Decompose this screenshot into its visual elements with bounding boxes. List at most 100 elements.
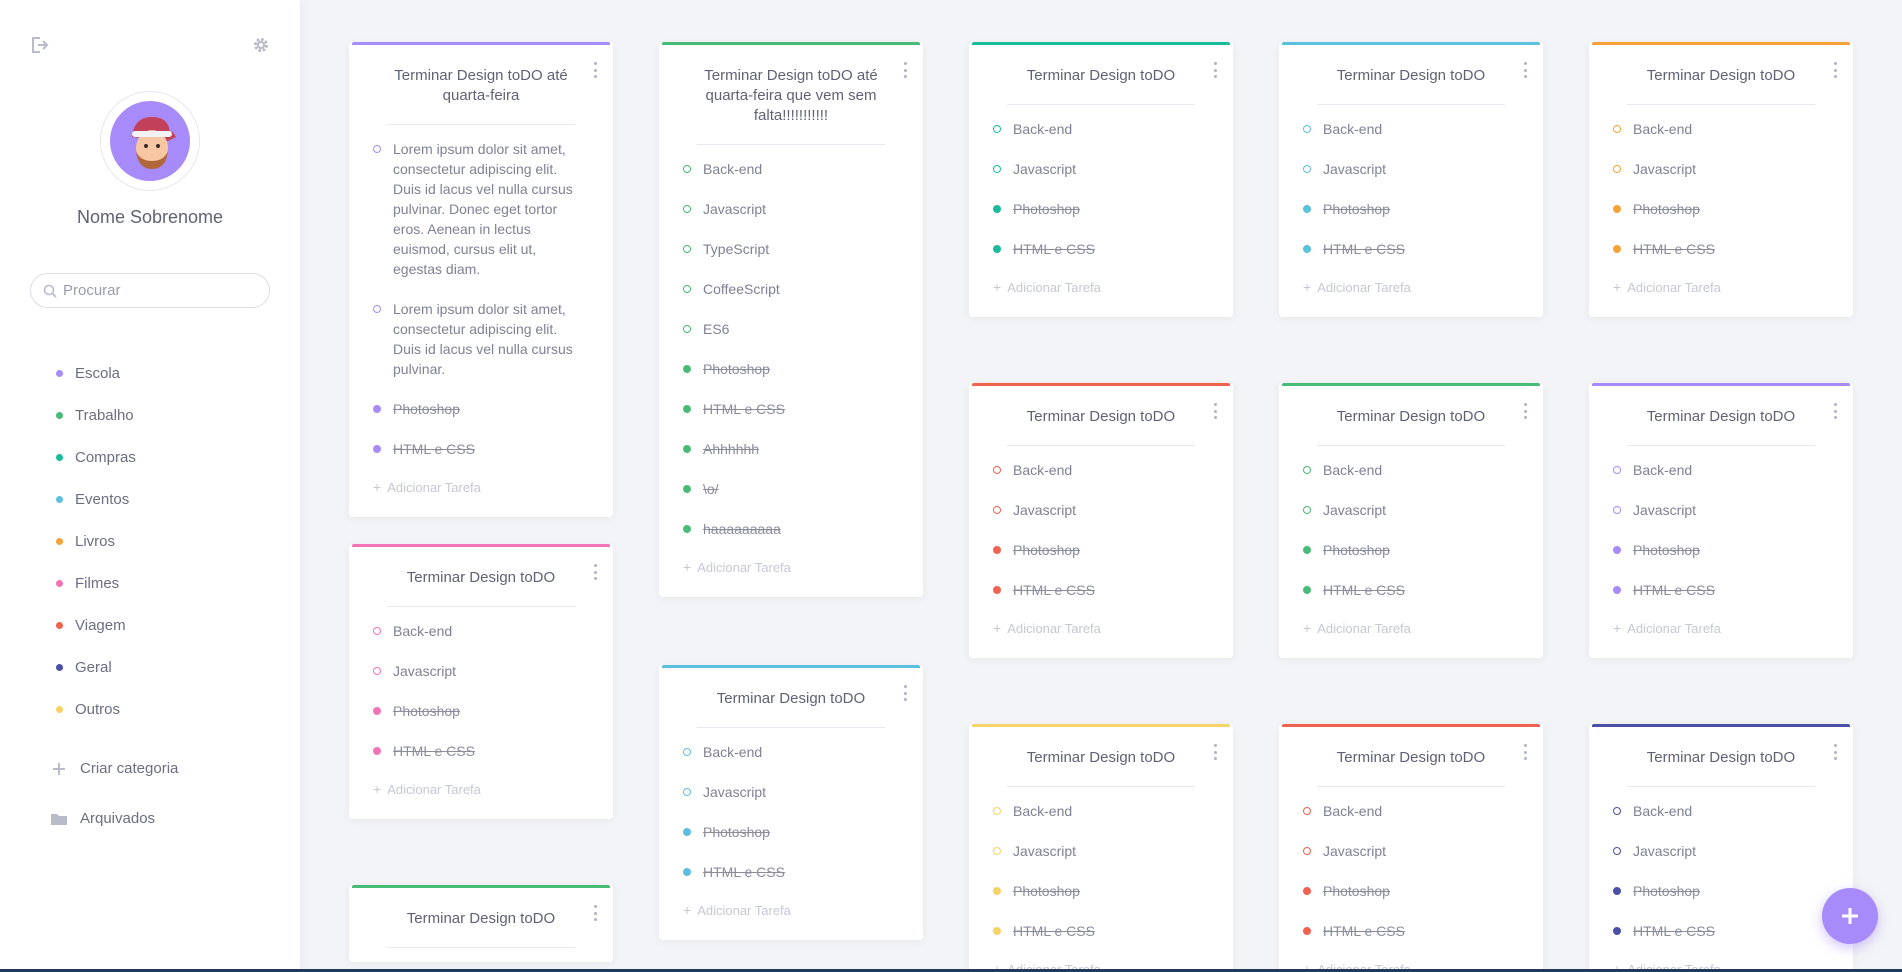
task-item[interactable]: Javascript bbox=[683, 199, 899, 219]
task-checkbox-checked[interactable] bbox=[1303, 586, 1311, 594]
task-item[interactable]: Photoshop bbox=[373, 701, 589, 721]
task-item[interactable]: TypeScript bbox=[683, 239, 899, 259]
task-checkbox-checked[interactable] bbox=[993, 927, 1001, 935]
add-task-button[interactable]: + Adicionar Tarefa bbox=[969, 279, 1233, 317]
more-vertical-icon[interactable] bbox=[1211, 744, 1219, 760]
task-item[interactable]: HTML e CSS bbox=[683, 399, 899, 419]
more-vertical-icon[interactable] bbox=[1521, 403, 1529, 419]
category-item-viagem[interactable]: Viagem bbox=[56, 604, 136, 646]
todo-card[interactable]: Terminar Design toDO Back-end Javascript Ph… bbox=[349, 544, 613, 819]
todo-card[interactable]: Terminar Design toDO Back-end Javascript Ph… bbox=[1589, 383, 1853, 658]
card-title[interactable]: Terminar Design toDO bbox=[1317, 66, 1505, 105]
more-vertical-icon[interactable] bbox=[1831, 744, 1839, 760]
task-checkbox[interactable] bbox=[1303, 466, 1311, 474]
add-task-button[interactable]: + Adicionar Tarefa bbox=[349, 479, 613, 517]
card-title[interactable]: Terminar Design toDO bbox=[1627, 407, 1815, 446]
category-item-escola[interactable]: Escola bbox=[56, 352, 136, 394]
task-item[interactable]: Photoshop bbox=[373, 399, 589, 419]
task-checkbox[interactable] bbox=[1613, 506, 1621, 514]
search-input[interactable] bbox=[63, 282, 253, 299]
task-checkbox-checked[interactable] bbox=[683, 405, 691, 413]
task-item[interactable]: Javascript bbox=[1303, 500, 1519, 520]
task-item[interactable]: Back-end bbox=[1303, 119, 1519, 139]
task-checkbox-checked[interactable] bbox=[1613, 887, 1621, 895]
add-task-button[interactable]: + Adicionar Tarefa bbox=[969, 620, 1233, 658]
task-item[interactable]: HTML e CSS bbox=[993, 921, 1209, 941]
task-checkbox-checked[interactable] bbox=[1303, 205, 1311, 213]
task-checkbox[interactable] bbox=[373, 627, 381, 635]
add-task-button[interactable]: + Adicionar Tarefa bbox=[659, 902, 923, 940]
card-title[interactable]: Terminar Design toDO bbox=[1007, 748, 1195, 787]
card-title[interactable]: Terminar Design toDO bbox=[387, 568, 575, 607]
task-item[interactable]: Back-end bbox=[1303, 460, 1519, 480]
task-item[interactable]: Photoshop bbox=[683, 822, 899, 842]
task-item[interactable]: Javascript bbox=[1303, 159, 1519, 179]
task-checkbox-checked[interactable] bbox=[1303, 245, 1311, 253]
more-vertical-icon[interactable] bbox=[591, 905, 599, 921]
more-vertical-icon[interactable] bbox=[901, 62, 909, 78]
task-item[interactable]: Javascript bbox=[993, 841, 1209, 861]
todo-card[interactable]: Terminar Design toDO Back-end Javascript Ph… bbox=[1279, 724, 1543, 972]
task-checkbox-checked[interactable] bbox=[373, 747, 381, 755]
task-item[interactable]: HTML e CSS bbox=[683, 862, 899, 882]
task-item[interactable]: Photoshop bbox=[1613, 881, 1829, 901]
task-checkbox-checked[interactable] bbox=[683, 485, 691, 493]
task-item[interactable]: Back-end bbox=[683, 159, 899, 179]
task-checkbox-checked[interactable] bbox=[1613, 927, 1621, 935]
task-item[interactable]: Lorem ipsum dolor sit amet, consectetur … bbox=[373, 299, 589, 379]
task-item[interactable]: Photoshop bbox=[1613, 199, 1829, 219]
task-item[interactable]: ES6 bbox=[683, 319, 899, 339]
add-task-button[interactable]: + Adicionar Tarefa bbox=[349, 781, 613, 819]
task-checkbox[interactable] bbox=[1613, 165, 1621, 173]
task-item[interactable]: Javascript bbox=[373, 661, 589, 681]
task-checkbox-checked[interactable] bbox=[683, 525, 691, 533]
todo-card[interactable]: Terminar Design toDO até quarta-feira qu… bbox=[659, 42, 923, 597]
task-checkbox-checked[interactable] bbox=[683, 868, 691, 876]
avatar[interactable] bbox=[100, 91, 200, 191]
task-checkbox[interactable] bbox=[1303, 506, 1311, 514]
task-checkbox[interactable] bbox=[1613, 466, 1621, 474]
todo-card[interactable]: Terminar Design toDO Back-end Javascript Ph… bbox=[1279, 42, 1543, 317]
task-checkbox[interactable] bbox=[993, 165, 1001, 173]
card-title[interactable]: Terminar Design toDO até quarta-feira qu… bbox=[697, 66, 885, 145]
more-vertical-icon[interactable] bbox=[591, 564, 599, 580]
task-item[interactable]: Back-end bbox=[1613, 119, 1829, 139]
task-checkbox-checked[interactable] bbox=[373, 445, 381, 453]
todo-card[interactable]: Terminar Design toDO Back-end Javascript Ph… bbox=[1589, 42, 1853, 317]
task-checkbox-checked[interactable] bbox=[993, 245, 1001, 253]
more-vertical-icon[interactable] bbox=[1521, 744, 1529, 760]
more-vertical-icon[interactable] bbox=[1521, 62, 1529, 78]
task-item[interactable]: HTML e CSS bbox=[1613, 239, 1829, 259]
task-checkbox[interactable] bbox=[1613, 807, 1621, 815]
task-item[interactable]: Photoshop bbox=[1303, 540, 1519, 560]
todo-card[interactable]: Terminar Design toDO até quarta-feira Lor… bbox=[349, 42, 613, 517]
task-checkbox[interactable] bbox=[683, 245, 691, 253]
task-checkbox-checked[interactable] bbox=[1613, 586, 1621, 594]
task-checkbox-checked[interactable] bbox=[373, 707, 381, 715]
task-item[interactable]: Javascript bbox=[683, 782, 899, 802]
add-card-button[interactable] bbox=[1822, 888, 1878, 944]
add-task-button[interactable]: + Adicionar Tarefa bbox=[1279, 620, 1543, 658]
task-checkbox[interactable] bbox=[1613, 125, 1621, 133]
task-checkbox-checked[interactable] bbox=[683, 445, 691, 453]
task-checkbox[interactable] bbox=[373, 305, 381, 313]
task-checkbox[interactable] bbox=[373, 667, 381, 675]
task-checkbox[interactable] bbox=[1613, 847, 1621, 855]
task-item[interactable]: Javascript bbox=[1303, 841, 1519, 861]
card-title[interactable]: Terminar Design toDO bbox=[1317, 407, 1505, 446]
task-item[interactable]: Photoshop bbox=[683, 359, 899, 379]
todo-card[interactable]: Terminar Design toDO Back-end Javascript Ph… bbox=[969, 724, 1233, 972]
task-item[interactable]: Javascript bbox=[993, 159, 1209, 179]
more-vertical-icon[interactable] bbox=[1211, 403, 1219, 419]
task-item[interactable]: Lorem ipsum dolor sit amet, consectetur … bbox=[373, 139, 589, 279]
task-item[interactable]: Back-end bbox=[993, 460, 1209, 480]
archived-button[interactable]: Arquivados bbox=[50, 810, 155, 827]
task-item[interactable]: HTML e CSS bbox=[1613, 580, 1829, 600]
gear-icon[interactable] bbox=[250, 34, 272, 56]
card-title[interactable]: Terminar Design toDO bbox=[387, 909, 575, 948]
add-task-button[interactable]: + Adicionar Tarefa bbox=[1589, 620, 1853, 658]
todo-card[interactable]: Terminar Design toDO Back-end Javascript Ph… bbox=[1279, 383, 1543, 658]
task-checkbox[interactable] bbox=[993, 506, 1001, 514]
task-item[interactable]: Javascript bbox=[993, 500, 1209, 520]
category-item-outros[interactable]: Outros bbox=[56, 688, 136, 730]
